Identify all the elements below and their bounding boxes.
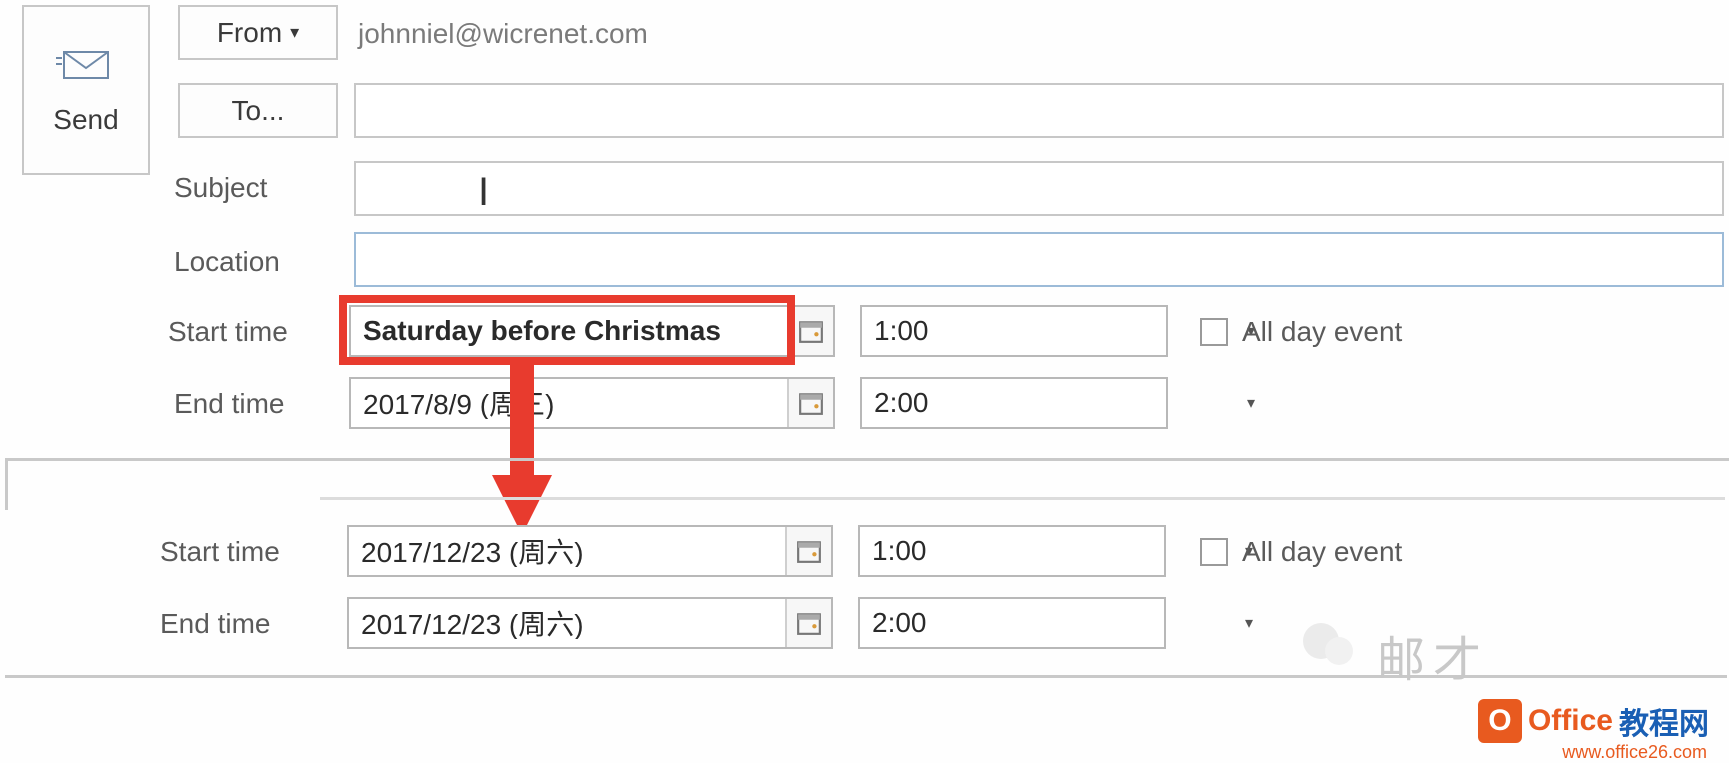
calendar-button[interactable] xyxy=(785,527,831,575)
calendar-button[interactable] xyxy=(785,599,831,647)
separator xyxy=(5,458,8,510)
watermark-logo: O Office教程网 xyxy=(1478,699,1709,743)
start-time-label-2: Start time xyxy=(160,536,280,568)
end-time-input[interactable] xyxy=(862,387,1247,419)
calendar-icon xyxy=(796,610,822,636)
calendar-button[interactable] xyxy=(787,307,833,355)
start-time-input[interactable] xyxy=(862,315,1247,347)
end-time-label-2: End time xyxy=(160,608,271,640)
subject-label: Subject xyxy=(174,172,267,204)
chevron-down-icon[interactable]: ▾ xyxy=(1247,379,1255,427)
watermark-brand-2: 教程网 xyxy=(1619,699,1709,743)
all-day-checkbox-2[interactable] xyxy=(1200,538,1228,566)
all-day-checkbox-row: All day event xyxy=(1200,316,1402,348)
from-button-label: From xyxy=(217,17,282,49)
calendar-icon xyxy=(798,390,824,416)
from-dropdown-button[interactable]: From ▾ xyxy=(178,5,338,60)
separator xyxy=(320,497,1725,500)
start-date-picker-2[interactable] xyxy=(347,525,833,577)
logo-icon: O xyxy=(1478,699,1522,743)
watermark-text: 邮才 xyxy=(1377,620,1489,690)
to-input[interactable] xyxy=(354,83,1724,138)
start-time-label: Start time xyxy=(168,316,288,348)
end-date-input[interactable] xyxy=(351,387,787,419)
chevron-down-icon[interactable]: ▾ xyxy=(1245,599,1253,647)
end-time-label: End time xyxy=(174,388,285,420)
start-time-input-2[interactable] xyxy=(860,535,1245,567)
wechat-icon xyxy=(1299,615,1359,680)
all-day-checkbox[interactable] xyxy=(1200,318,1228,346)
all-day-label: All day event xyxy=(1242,316,1402,348)
all-day-checkbox-row-2: All day event xyxy=(1200,536,1402,568)
end-time-picker[interactable]: ▾ xyxy=(860,377,1168,429)
calendar-icon xyxy=(796,538,822,564)
separator xyxy=(5,458,1729,461)
start-time-picker-2[interactable]: ▾ xyxy=(858,525,1166,577)
start-date-picker[interactable] xyxy=(349,305,835,357)
location-input[interactable] xyxy=(354,232,1724,287)
send-button[interactable]: Send xyxy=(22,5,150,175)
watermark-url: www.office26.com xyxy=(1562,742,1707,763)
calendar-icon xyxy=(798,318,824,344)
subject-input[interactable] xyxy=(354,161,1724,216)
end-date-input-2[interactable] xyxy=(349,607,785,639)
from-value: johnniel@wicrenet.com xyxy=(358,18,648,50)
send-label: Send xyxy=(53,104,118,136)
location-label: Location xyxy=(174,246,280,278)
envelope-icon xyxy=(56,44,116,84)
end-date-picker-2[interactable] xyxy=(347,597,833,649)
end-time-picker-2[interactable]: ▾ xyxy=(858,597,1166,649)
to-button-label: To... xyxy=(232,95,285,127)
watermark-brand-1: Office xyxy=(1528,704,1613,738)
calendar-button[interactable] xyxy=(787,379,833,427)
start-date-input[interactable] xyxy=(351,315,787,347)
chevron-down-icon: ▾ xyxy=(290,22,299,43)
to-button[interactable]: To... xyxy=(178,83,338,138)
start-time-picker[interactable]: ▾ xyxy=(860,305,1168,357)
all-day-label-2: All day event xyxy=(1242,536,1402,568)
end-date-picker[interactable] xyxy=(349,377,835,429)
end-time-input-2[interactable] xyxy=(860,607,1245,639)
start-date-input-2[interactable] xyxy=(349,535,785,567)
